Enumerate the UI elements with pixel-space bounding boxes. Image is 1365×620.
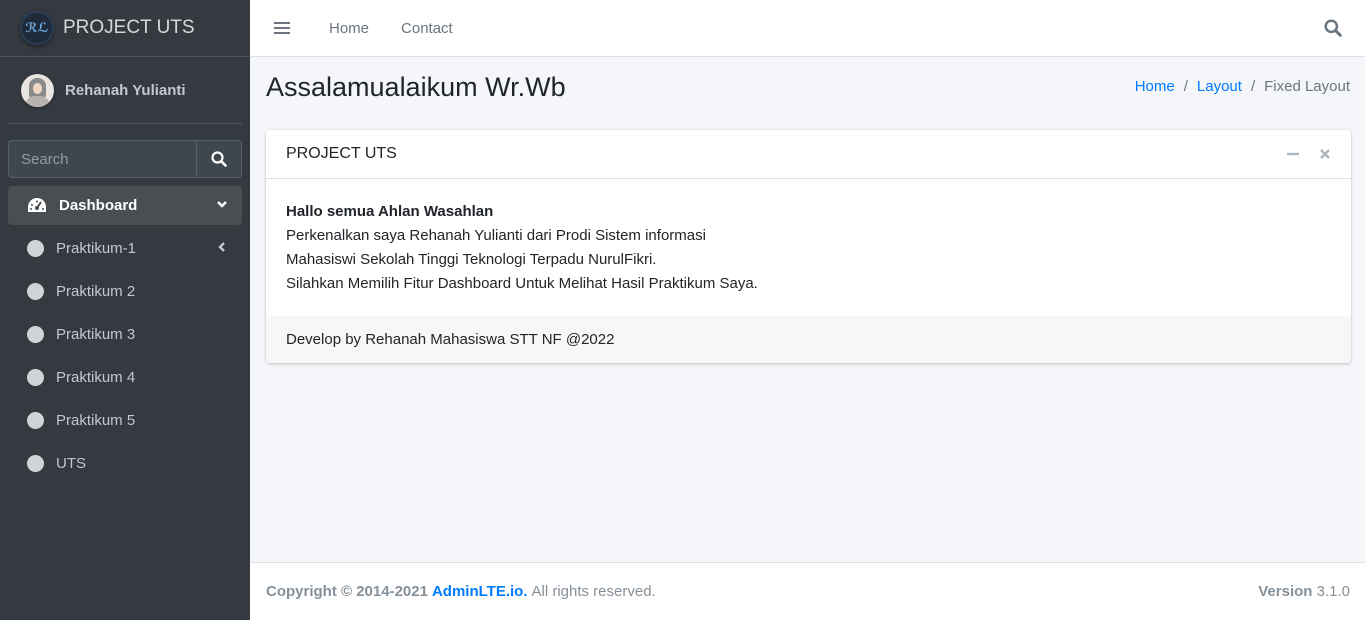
sidebar-item-dashboard[interactable]: Dashboard <box>8 186 242 225</box>
card-line: Silahkan Memilih Fitur Dashboard Untuk M… <box>286 275 758 292</box>
breadcrumb-current: Fixed Layout <box>1264 78 1350 95</box>
card-footer: Develop by Rehanah Mahasiswa STT NF @202… <box>266 316 1351 363</box>
version-label: Version <box>1258 583 1313 600</box>
version-number: 3.1.0 <box>1316 583 1350 600</box>
sidebar-item-praktikum-2[interactable]: Praktikum 2 <box>8 272 242 311</box>
breadcrumb: Home / Layout / Fixed Layout <box>1135 78 1350 95</box>
breadcrumb-separator: / <box>1250 78 1256 95</box>
remove-button[interactable] <box>1317 146 1333 162</box>
page-title: Assalamualaikum Wr.Wb <box>266 72 566 102</box>
sidebar-item-label: Praktikum 3 <box>56 326 136 343</box>
sidebar-nav: Dashboard Praktikum-1 Praktikum 2 Prakti… <box>8 186 242 487</box>
breadcrumb-home[interactable]: Home <box>1135 78 1175 95</box>
footer-rights: All rights reserved. <box>531 583 656 600</box>
main-footer: Copyright © 2014-2021 AdminLTE.io. All r… <box>250 562 1365 620</box>
circle-icon <box>27 369 44 386</box>
search-icon[interactable] <box>1324 19 1342 37</box>
circle-icon <box>27 412 44 429</box>
sidebar-item-label: UTS <box>56 455 86 472</box>
card-line: Mahasiswi Sekolah Tinggi Teknologi Terpa… <box>286 251 657 268</box>
nav-link-home[interactable]: Home <box>329 20 369 37</box>
sidebar-item-label: Dashboard <box>59 197 138 214</box>
sidebar-item-label: Praktikum-1 <box>56 240 137 257</box>
chevron-left-icon <box>218 242 225 252</box>
sidebar-item-praktikum-3[interactable]: Praktikum 3 <box>8 315 242 354</box>
user-panel[interactable]: Rehanah Yulianti <box>8 57 242 124</box>
sidebar-item-praktikum-5[interactable]: Praktikum 5 <box>8 401 242 440</box>
sidebar-item-praktikum-1[interactable]: Praktikum-1 <box>8 229 242 268</box>
sidebar-search-button[interactable] <box>196 140 242 178</box>
card-tools <box>1285 146 1333 162</box>
brand-text: PROJECT UTS <box>63 17 195 38</box>
circle-icon <box>27 326 44 343</box>
brand-link[interactable]: ℛℒ PROJECT UTS <box>0 0 250 57</box>
brand-logo-icon: ℛℒ <box>20 11 54 45</box>
card-header: PROJECT UTS <box>266 130 1351 179</box>
footer-copyright: Copyright © 2014-2021 <box>266 583 428 600</box>
breadcrumb-layout[interactable]: Layout <box>1197 78 1242 95</box>
sidebar-item-label: Praktikum 4 <box>56 369 136 386</box>
sidebar-search <box>8 140 242 178</box>
user-avatar <box>21 73 54 107</box>
card-greeting: Hallo semua Ahlan Wasahlan <box>286 203 494 220</box>
close-icon <box>1320 149 1330 159</box>
card-title: PROJECT UTS <box>286 145 397 162</box>
circle-icon <box>27 455 44 472</box>
sidebar-item-uts[interactable]: UTS <box>8 444 242 483</box>
sidebar-item-praktikum-4[interactable]: Praktikum 4 <box>8 358 242 397</box>
minus-icon <box>1287 152 1299 156</box>
footer-version: Version 3.1.0 <box>1258 583 1350 600</box>
menu-toggle-icon[interactable] <box>274 19 290 37</box>
main-sidebar: ℛℒ PROJECT UTS Rehanah Yulianti Dashboar… <box>0 0 250 620</box>
sidebar-item-label: Praktikum 2 <box>56 283 136 300</box>
top-navbar: Home Contact <box>250 0 1365 57</box>
breadcrumb-separator: / <box>1183 78 1188 95</box>
chevron-down-icon <box>217 201 227 208</box>
nav-link-contact[interactable]: Contact <box>401 20 453 37</box>
card-body: Hallo semua Ahlan Wasahlan Perkenalkan s… <box>266 179 1351 316</box>
collapse-button[interactable] <box>1285 146 1301 162</box>
user-name[interactable]: Rehanah Yulianti <box>65 82 186 99</box>
sidebar-item-label: Praktikum 5 <box>56 412 136 429</box>
circle-icon <box>27 240 44 257</box>
search-icon <box>211 151 227 167</box>
card-line: Perkenalkan saya Rehanah Yulianti dari P… <box>286 227 706 244</box>
tachometer-icon <box>28 198 46 212</box>
circle-icon <box>27 283 44 300</box>
footer-brand-link[interactable]: AdminLTE.io. <box>432 583 528 600</box>
project-card: PROJECT UTS Hallo semua Ahlan Wasahlan P… <box>266 130 1351 363</box>
sidebar-search-input[interactable] <box>8 140 196 178</box>
